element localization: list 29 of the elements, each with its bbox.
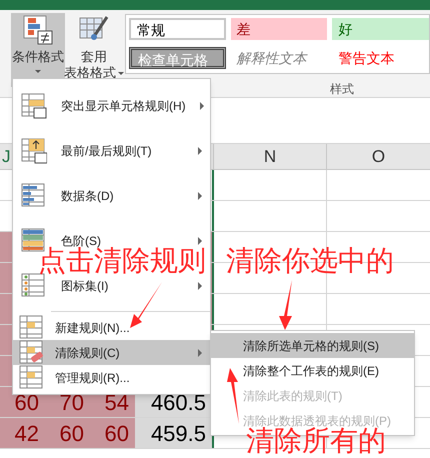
cell-style[interactable]: 常规	[129, 18, 226, 40]
submenu-item[interactable]: 清除所选单元格的规则(S)	[211, 333, 414, 358]
button-label: 条件格式	[12, 49, 64, 65]
table-cell: 60	[45, 418, 90, 448]
cell-style[interactable]: 好	[332, 18, 429, 40]
column-header[interactable]: O	[327, 144, 430, 169]
submenu-item[interactable]: 清除整个工作表的规则(E)	[211, 358, 414, 383]
data-bars-icon	[21, 182, 47, 208]
manage-rules-icon	[19, 364, 45, 390]
conditional-format-icon	[23, 15, 53, 45]
menu-item[interactable]: 最前/最后规则(T)	[13, 128, 210, 173]
cell-style[interactable]: 差	[230, 18, 328, 40]
menu-item[interactable]: 数据条(D)	[13, 173, 210, 218]
menu-item[interactable]: 管理规则(R)...	[13, 365, 210, 390]
annotation-arrow	[226, 368, 240, 424]
table-cell: 459.5	[135, 418, 214, 448]
top-rules-icon	[21, 138, 47, 164]
table-cell: 42	[0, 418, 45, 448]
highlight-rules-icon	[21, 92, 47, 118]
eraser-icon	[19, 340, 45, 366]
column-header[interactable]: N	[214, 144, 327, 169]
table-cell: 60	[90, 418, 135, 448]
group-label: 样式	[330, 81, 354, 98]
button-label: 套用	[81, 49, 107, 65]
annotation-text: 清除你选中的	[226, 244, 394, 278]
annotation-text: 清除所有的	[246, 425, 386, 458]
button-label: 表格格式	[64, 65, 116, 81]
menu-item[interactable]: 清除规则(C)	[13, 340, 210, 365]
icon-sets-icon	[21, 272, 47, 298]
